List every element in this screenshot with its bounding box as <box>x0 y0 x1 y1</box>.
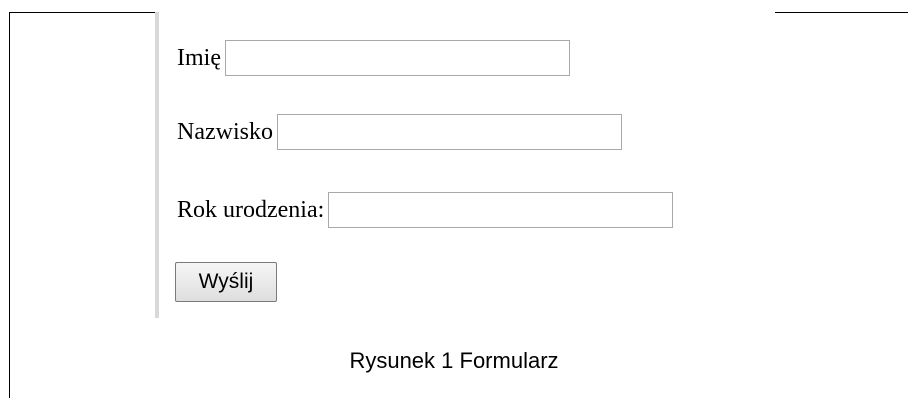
last-name-input[interactable] <box>276 114 622 150</box>
last-name-label: Nazwisko <box>177 118 273 145</box>
figure-caption: Rysunek 1 Formularz <box>349 348 559 373</box>
last-name-row: Nazwisko <box>177 114 622 150</box>
form-screenshot-border <box>155 12 159 318</box>
submit-button[interactable]: Wyślij <box>175 262 277 302</box>
frame-line-left <box>9 12 10 398</box>
birth-year-input[interactable] <box>328 192 674 228</box>
first-name-input[interactable] <box>224 40 570 76</box>
first-name-label: Imię <box>177 44 221 71</box>
birth-year-row: Rok urodzenia: <box>177 192 674 228</box>
frame-line-top-left <box>9 12 155 13</box>
birth-year-label: Rok urodzenia: <box>177 196 325 223</box>
first-name-row: Imię <box>177 40 570 76</box>
frame-line-top-right <box>775 12 908 13</box>
